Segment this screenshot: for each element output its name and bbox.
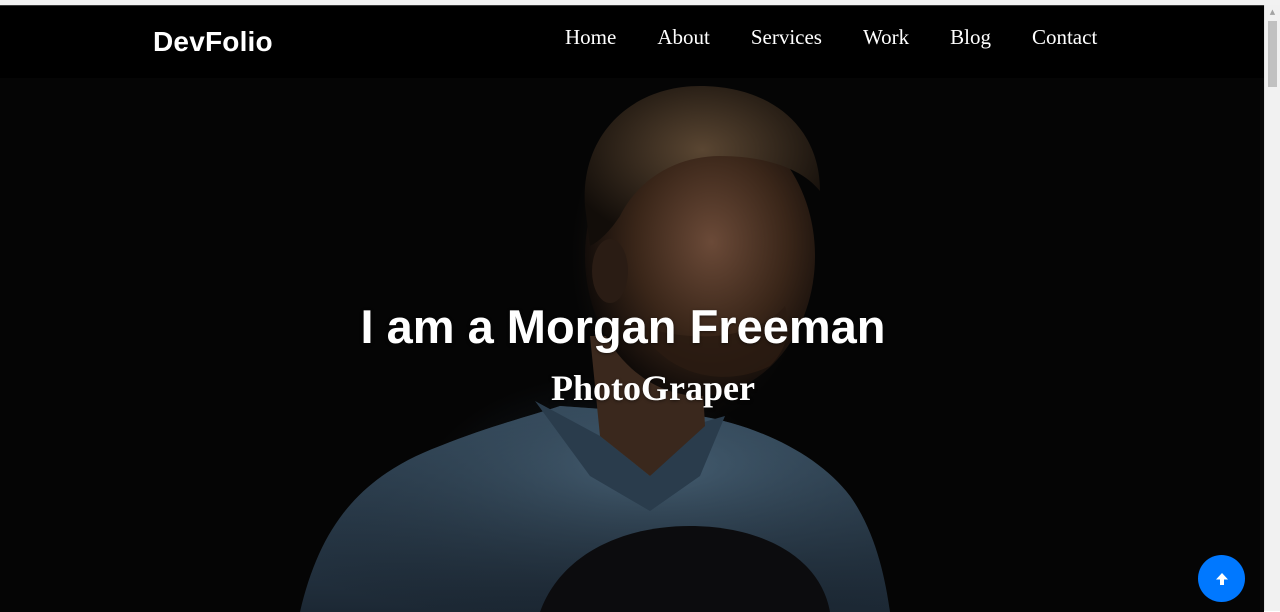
navbar: DevFolio Home About Services Work Blog C… <box>0 6 1264 78</box>
nav-blog[interactable]: Blog <box>950 25 991 50</box>
nav-work[interactable]: Work <box>863 25 909 50</box>
arrow-up-icon <box>1215 572 1228 585</box>
scroll-up-arrow-icon[interactable]: ▲ <box>1265 5 1280 19</box>
nav-services[interactable]: Services <box>751 25 822 50</box>
back-to-top-button[interactable] <box>1198 555 1245 602</box>
vertical-scrollbar[interactable]: ▲ <box>1264 5 1280 611</box>
scroll-thumb[interactable] <box>1268 21 1277 87</box>
brand-logo[interactable]: DevFolio <box>153 26 273 58</box>
page-viewport: DevFolio Home About Services Work Blog C… <box>0 5 1264 612</box>
hero-title: I am a Morgan Freeman <box>360 300 886 353</box>
nav-about[interactable]: About <box>657 25 710 50</box>
main-nav: Home About Services Work Blog Contact <box>565 25 1097 50</box>
nav-contact[interactable]: Contact <box>1032 25 1097 50</box>
nav-home[interactable]: Home <box>565 25 616 50</box>
hero-subtitle: PhotoGraper <box>551 368 755 408</box>
